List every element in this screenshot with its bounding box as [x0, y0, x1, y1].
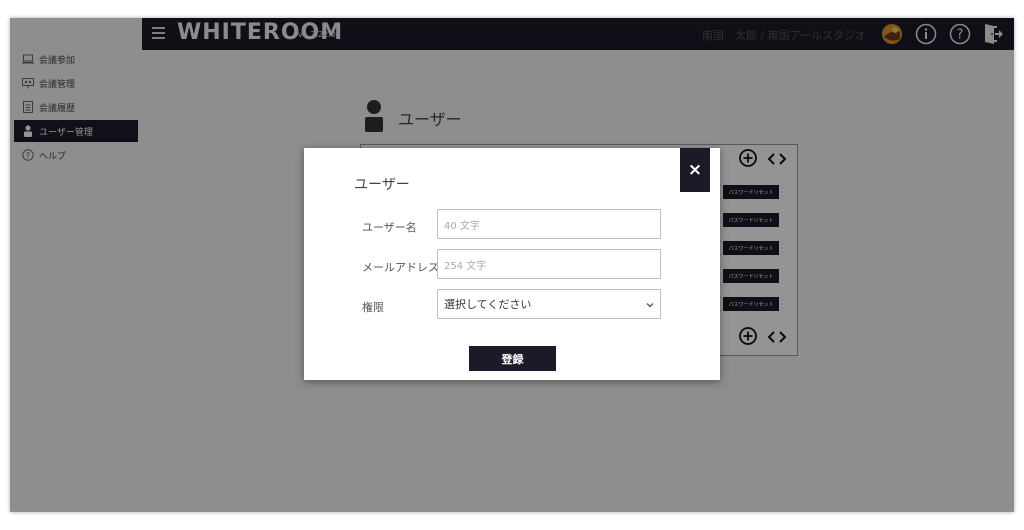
role-select[interactable]: 選択してください	[437, 289, 661, 319]
close-button[interactable]: ×	[680, 148, 710, 192]
role-select-value: 選択してください	[444, 298, 532, 311]
role-label: 権限	[362, 301, 384, 314]
email-input[interactable]: 254 文字	[437, 249, 661, 279]
username-input[interactable]: 40 文字	[437, 209, 661, 239]
username-label: ユーザー名	[362, 221, 417, 234]
chevron-down-icon	[646, 299, 654, 312]
app-window: 会議参加 会議管理 会議履歴 ユーザー管理 ? ヘルプ WHITEROOM v1…	[10, 18, 1014, 512]
email-label: メールアドレス	[362, 261, 439, 274]
register-button[interactable]: 登録	[469, 346, 556, 371]
user-dialog: ユーザー × ユーザー名 40 文字 メールアドレス 254 文字 権限 選択し…	[304, 148, 720, 380]
dialog-title: ユーザー	[354, 177, 410, 193]
